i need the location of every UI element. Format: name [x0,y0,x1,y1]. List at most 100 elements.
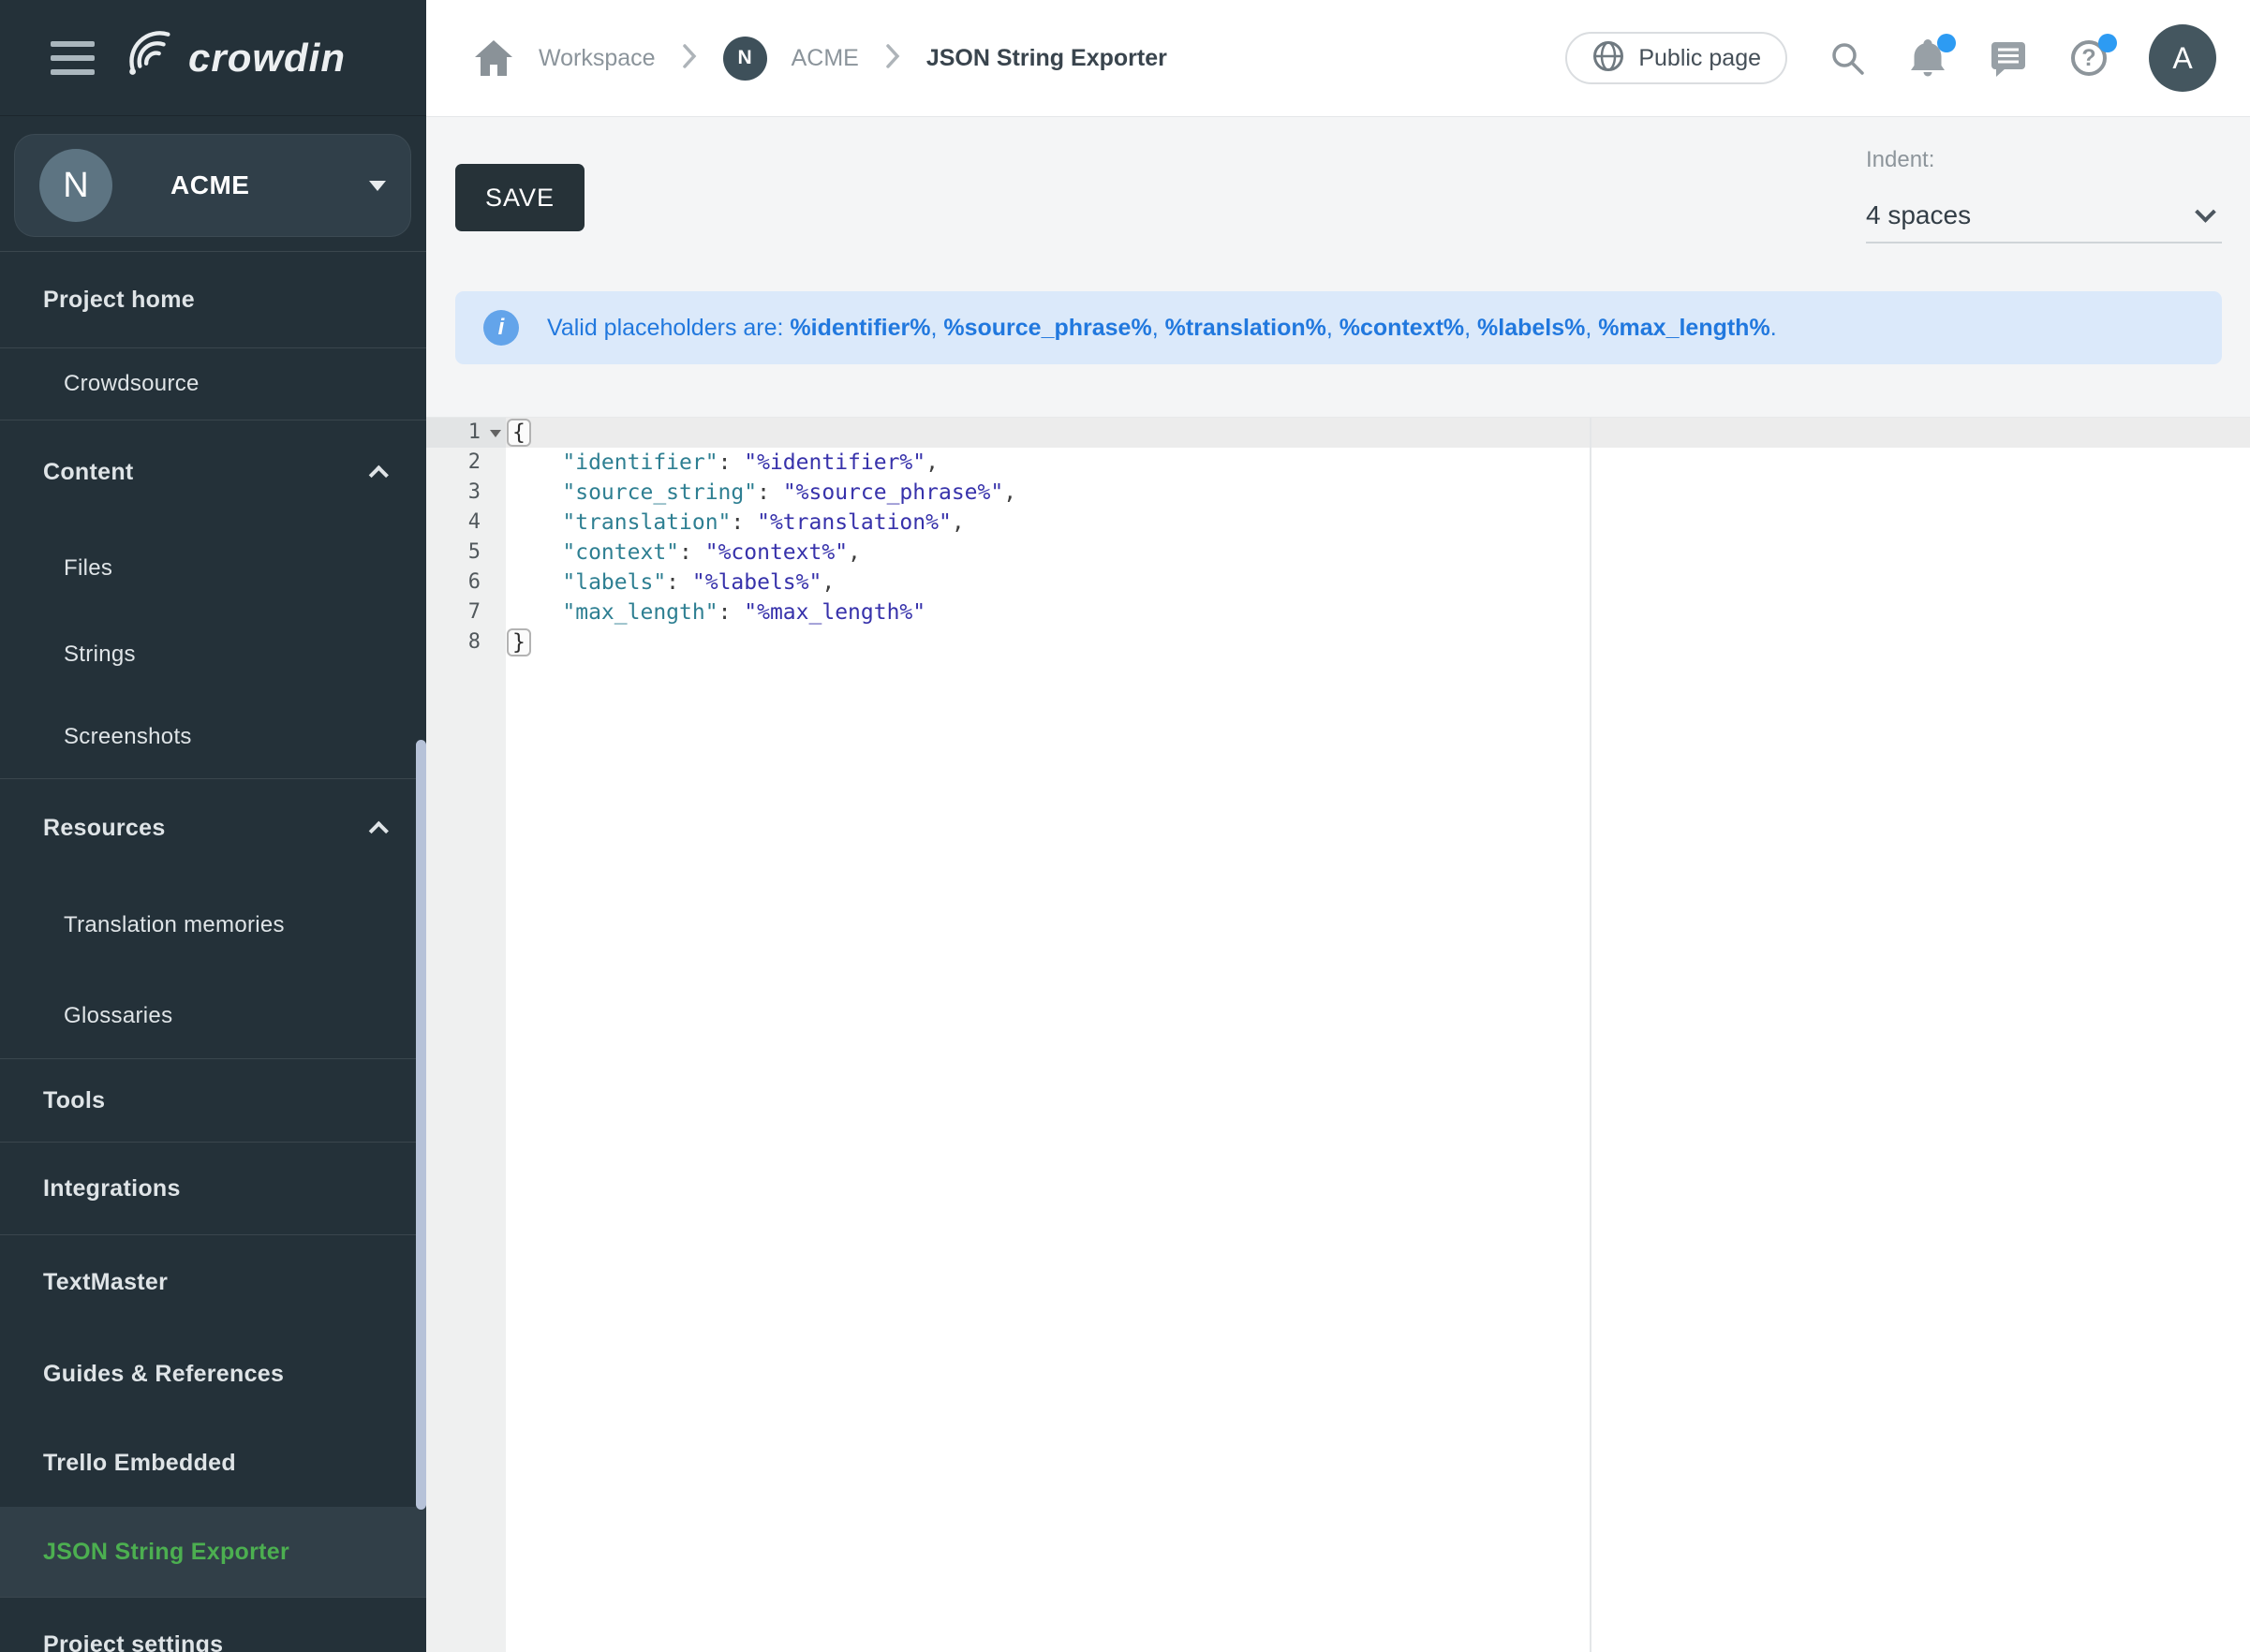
code-token: "identifier" [562,450,718,475]
save-button[interactable]: SAVE [455,164,585,231]
gutter-line-number[interactable]: 7 [426,597,506,627]
fold-toggle-icon[interactable] [490,430,501,443]
code-token [511,600,562,625]
chevron-down-icon [2195,201,2216,223]
code-text[interactable]: "context": "%context%", [506,538,2250,568]
code-token: , [848,540,861,565]
code-line-4[interactable]: 4 "translation": "%translation%", [426,508,2250,538]
breadcrumb-workspace[interactable]: Workspace [539,45,656,72]
code-line-7[interactable]: 7 "max_length": "%max_length%" [426,597,2250,627]
sidebar-section-resources[interactable]: Resources [0,779,426,877]
gutter-line-number[interactable]: 6 [426,568,506,597]
banner-text-segment: , [1585,315,1598,341]
hamburger-menu-button[interactable] [51,41,95,75]
code-text[interactable]: "max_length": "%max_length%" [506,597,2250,627]
code-token: : [718,450,745,475]
user-avatar[interactable]: A [2149,24,2216,92]
help-button[interactable]: ? [2068,37,2109,79]
code-line-6[interactable]: 6 "labels": "%labels%", [426,568,2250,597]
sidebar-item-crowdsource[interactable]: Crowdsource [0,348,426,420]
code-line-1[interactable]: 1{ [426,418,2250,448]
chevron-right-icon [883,42,902,75]
search-button[interactable] [1827,37,1868,79]
public-page-label: Public page [1638,45,1761,72]
sidebar-item-textmaster[interactable]: TextMaster [0,1235,426,1329]
code-text[interactable]: "labels": "%labels%", [506,568,2250,597]
public-page-button[interactable]: Public page [1565,32,1787,84]
code-token [511,540,562,565]
gutter-line-number[interactable]: 8 [426,627,506,657]
chevron-up-icon [369,820,389,840]
sidebar-item-integrations[interactable]: Integrations [0,1143,426,1234]
sidebar-item-label: Glossaries [64,1003,172,1029]
sidebar-item-files[interactable]: Files [0,524,426,613]
sidebar-item-json-string-exporter[interactable]: JSON String Exporter [0,1507,426,1597]
indent-select[interactable]: 4 spaces [1866,189,2222,243]
sidebar-header: crowdin [0,0,426,116]
banner-text-segment: %max_length% [1598,315,1769,341]
gutter-line-number[interactable]: 2 [426,448,506,478]
code-token: "%identifier%" [744,450,925,475]
code-editor[interactable]: 1{2 "identifier": "%identifier%",3 "sour… [426,417,2250,1652]
sidebar-item-label: Trello Embedded [43,1450,236,1477]
top-bar: Workspace N ACME JSON String Exporter [426,0,2250,116]
code-token: , [1003,480,1016,505]
banner-text-segment: , [1326,315,1340,341]
banner-text-segment: %labels% [1477,315,1585,341]
sidebar-scrollbar-thumb[interactable] [416,740,426,1510]
messages-button[interactable] [1988,37,2029,79]
code-text[interactable]: "source_string": "%source_phrase%", [506,478,2250,508]
project-avatar: N [39,149,112,222]
notification-badge [1937,34,1956,52]
sidebar-section-content[interactable]: Content [0,420,426,524]
banner-text-segment: . [1770,315,1777,341]
notifications-button[interactable] [1907,37,1948,79]
breadcrumb-project[interactable]: ACME [792,45,859,72]
breadcrumb: Workspace N ACME JSON String Exporter [473,37,1167,81]
sidebar-item-project-settings[interactable]: Project settings [0,1598,426,1652]
crowdin-logo[interactable]: crowdin [121,26,346,89]
sidebar-item-translation-memories[interactable]: Translation memories [0,877,426,974]
code-text[interactable]: "identifier": "%identifier%", [506,448,2250,478]
breadcrumb-project-avatar[interactable]: N [723,37,767,81]
sidebar-item-project-home[interactable]: Project home [0,252,426,347]
home-icon[interactable] [473,37,514,79]
code-token: "%translation%" [757,510,952,535]
globe-icon [1591,39,1625,78]
sidebar-section-label: Resources [43,815,166,842]
code-token: : [757,480,783,505]
sidebar-item-label: Crowdsource [64,371,200,397]
sidebar-item-label: Screenshots [64,724,192,750]
sidebar-section-label: Content [43,459,134,486]
code-text[interactable]: } [506,627,2250,657]
sidebar-item-guides-references[interactable]: Guides & References [0,1329,426,1420]
code-token: "translation" [562,510,731,535]
code-token: , [822,570,835,595]
banner-text-segment: , [930,315,943,341]
code-token: "source_string" [562,480,757,505]
code-line-3[interactable]: 3 "source_string": "%source_phrase%", [426,478,2250,508]
editor-empty-area[interactable] [426,657,2250,1652]
sidebar-item-trello-embedded[interactable]: Trello Embedded [0,1420,426,1507]
gutter-line-number[interactable]: 4 [426,508,506,538]
code-token: "max_length" [562,600,718,625]
code-line-2[interactable]: 2 "identifier": "%identifier%", [426,448,2250,478]
gutter-line-number[interactable]: 1 [426,418,506,448]
code-text[interactable]: "translation": "%translation%", [506,508,2250,538]
info-banner: i Valid placeholders are: %identifier%, … [455,291,2222,364]
code-line-5[interactable]: 5 "context": "%context%", [426,538,2250,568]
sidebar-menu: Project home Crowdsource Content Files S… [0,251,426,1652]
breadcrumb-current-page: JSON String Exporter [926,45,1167,72]
sidebar-item-strings[interactable]: Strings [0,613,426,696]
project-selector[interactable]: N ACME [14,134,411,237]
gutter-line-number[interactable]: 3 [426,478,506,508]
code-text[interactable]: { [506,418,2250,448]
gutter-line-number[interactable]: 5 [426,538,506,568]
sidebar-item-glossaries[interactable]: Glossaries [0,974,426,1058]
sidebar-item-label: Strings [64,642,136,668]
code-token: "%max_length%" [744,600,925,625]
sidebar-item-screenshots[interactable]: Screenshots [0,696,426,778]
sidebar-item-label: Integrations [43,1175,181,1202]
code-line-8[interactable]: 8} [426,627,2250,657]
sidebar-item-tools[interactable]: Tools [0,1059,426,1142]
